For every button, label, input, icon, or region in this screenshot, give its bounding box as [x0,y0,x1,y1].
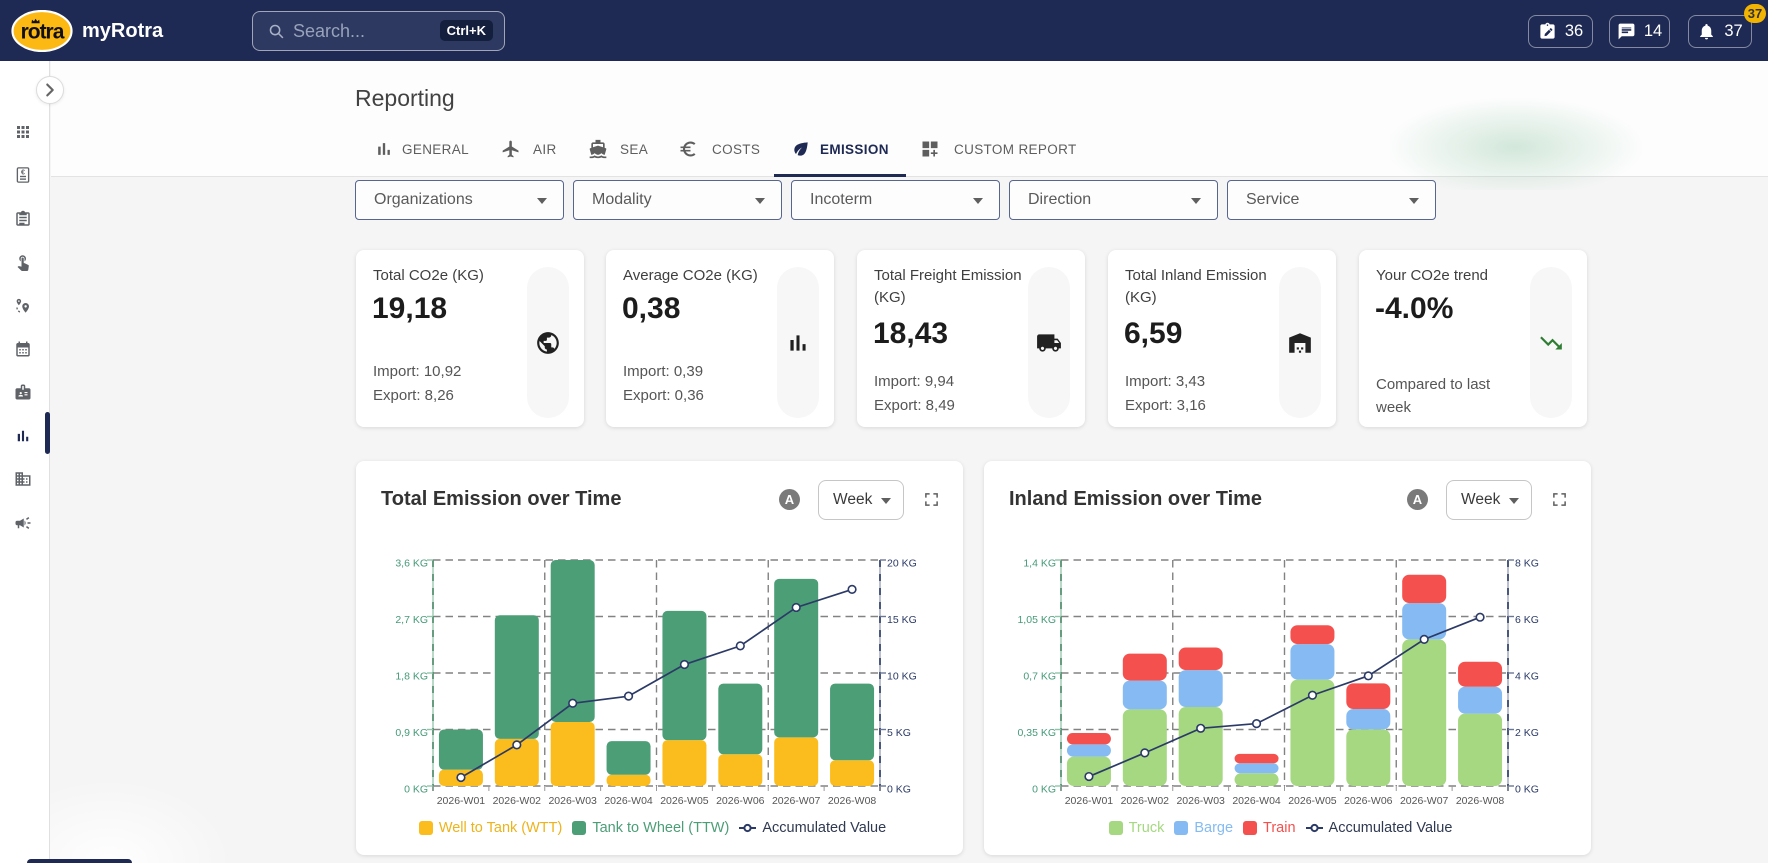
svg-text:4 KG: 4 KG [1515,671,1539,683]
svg-text:2026-W06: 2026-W06 [716,795,765,807]
svg-text:20 KG: 20 KG [887,558,917,570]
svg-text:0 KG: 0 KG [1515,784,1539,796]
svg-text:2026-W06: 2026-W06 [1344,795,1393,807]
svg-text:0,7 KG: 0,7 KG [1023,671,1056,683]
svg-text:1,8 KG: 1,8 KG [395,671,428,683]
svg-text:3,6 KG: 3,6 KG [395,558,428,570]
svg-text:2026-W04: 2026-W04 [1232,795,1281,807]
svg-text:2026-W02: 2026-W02 [493,795,542,807]
svg-text:0,35 KG: 0,35 KG [1017,727,1056,739]
svg-text:10 KG: 10 KG [887,671,917,683]
svg-text:2026-W07: 2026-W07 [772,795,821,807]
svg-text:€: € [21,168,25,176]
svg-text:8 KG: 8 KG [1515,558,1539,570]
svg-text:2026-W05: 2026-W05 [660,795,709,807]
svg-text:2026-W01: 2026-W01 [1065,795,1114,807]
svg-text:2026-W03: 2026-W03 [1176,795,1225,807]
svg-text:1,4 KG: 1,4 KG [1023,558,1056,570]
svg-text:0,9 KG: 0,9 KG [395,727,428,739]
svg-text:2026-W04: 2026-W04 [604,795,653,807]
svg-text:rotra: rotra [21,21,65,44]
svg-text:2026-W08: 2026-W08 [1456,795,1505,807]
svg-text:2026-W01: 2026-W01 [437,795,486,807]
svg-text:5 KG: 5 KG [887,727,911,739]
svg-text:2,7 KG: 2,7 KG [395,614,428,626]
svg-text:0 KG: 0 KG [887,784,911,796]
svg-text:0 KG: 0 KG [404,784,428,796]
svg-text:1,05 KG: 1,05 KG [1017,614,1056,626]
svg-text:2026-W07: 2026-W07 [1400,795,1449,807]
svg-text:6 KG: 6 KG [1515,614,1539,626]
svg-text:2026-W02: 2026-W02 [1121,795,1170,807]
svg-text:2026-W03: 2026-W03 [548,795,597,807]
svg-text:2026-W08: 2026-W08 [828,795,877,807]
svg-text:2 KG: 2 KG [1515,727,1539,739]
svg-text:2026-W05: 2026-W05 [1288,795,1337,807]
svg-text:15 KG: 15 KG [887,614,917,626]
svg-text:0 KG: 0 KG [1032,784,1056,796]
